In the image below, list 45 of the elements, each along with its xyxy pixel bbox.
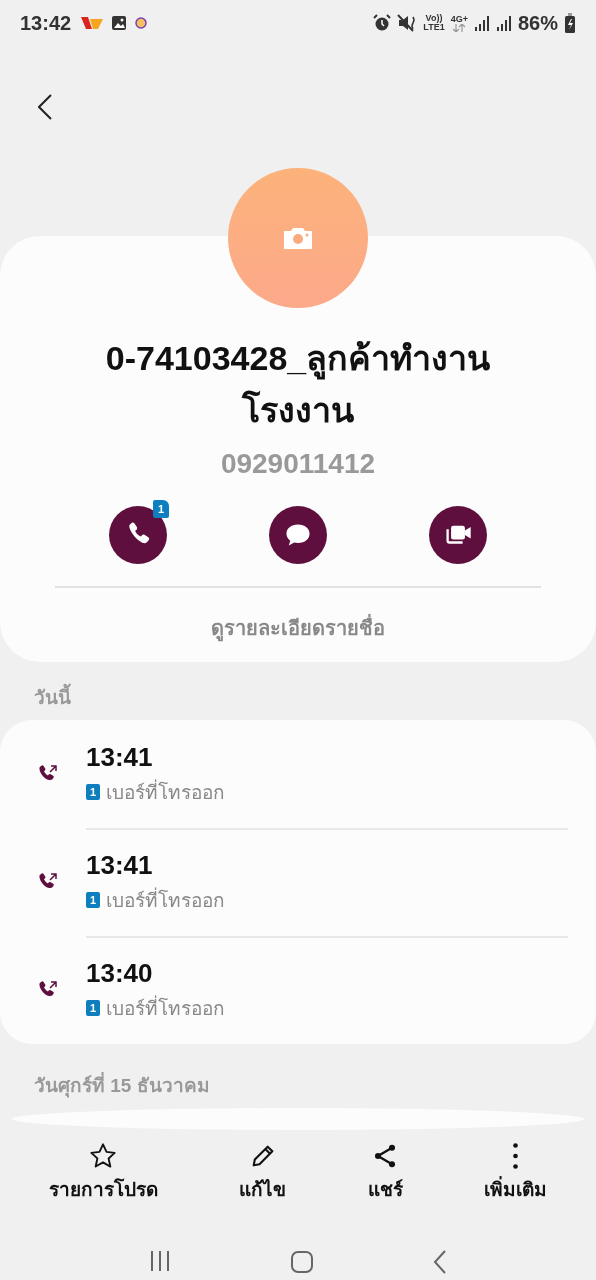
call-log-item[interactable]: 13:41 1 เบอร์ที่โทรออก <box>0 720 596 828</box>
contact-name: 0-74103428_ลูกค้าทำงานโรงงาน <box>104 338 492 431</box>
call-time: 13:40 <box>86 957 154 989</box>
sim-badge: 1 <box>153 500 169 518</box>
message-button[interactable] <box>269 506 327 564</box>
call-log-item[interactable]: 13:40 1 เบอร์ที่โทรออก <box>0 936 596 1044</box>
battery-icon <box>564 13 576 33</box>
back-icon <box>38 94 52 120</box>
sim-badge: 1 <box>86 783 100 800</box>
call-type: เบอร์ที่โทรออก <box>106 994 225 1021</box>
back-icon <box>432 1250 447 1274</box>
more-icon <box>513 1142 519 1170</box>
section-header: วันนี้ <box>0 662 596 720</box>
image-icon <box>111 15 128 31</box>
call-button[interactable] <box>109 506 167 564</box>
signal-icon <box>495 14 512 32</box>
network-label: 4G+ <box>450 14 468 24</box>
phone-number: 0929011412 <box>220 448 376 480</box>
call-log-item[interactable]: 13:41 1 เบอร์ที่โทรออก <box>0 828 596 936</box>
lte-label: LTE1 <box>423 23 445 32</box>
camera-icon <box>284 227 312 249</box>
share-button[interactable]: แชร์ <box>361 1138 409 1208</box>
clock-time: 13:42 <box>20 11 72 35</box>
call-type: เบอร์ที่โทรออก <box>106 886 225 913</box>
call-time: 13:41 <box>86 849 154 881</box>
section-header: วันศุกร์ที่ 15 ธันวาคม <box>0 1050 596 1108</box>
favorite-button[interactable]: รายการโปรด <box>42 1138 164 1208</box>
battery-percent: 86% <box>517 11 558 35</box>
video-call-button[interactable] <box>429 506 487 564</box>
signal-icon <box>473 14 490 32</box>
edit-button[interactable]: แก้ไข <box>233 1138 293 1208</box>
call-type: เบอร์ที่โทรออก <box>106 778 225 805</box>
more-button[interactable]: เพิ่มเติม <box>478 1138 554 1208</box>
mute-icon <box>397 14 418 32</box>
call-time: 13:41 <box>86 741 154 773</box>
star-icon <box>89 1142 118 1170</box>
alarm-icon <box>373 14 392 32</box>
recents-icon <box>149 1250 172 1272</box>
home-icon <box>290 1250 314 1274</box>
app-logo-icon <box>81 16 104 30</box>
sim-badge: 1 <box>86 891 100 908</box>
dot-icon <box>135 17 148 29</box>
sim-badge: 1 <box>86 999 100 1016</box>
data-arrows-icon <box>452 23 467 32</box>
volte-label: Vo)) <box>425 14 443 23</box>
